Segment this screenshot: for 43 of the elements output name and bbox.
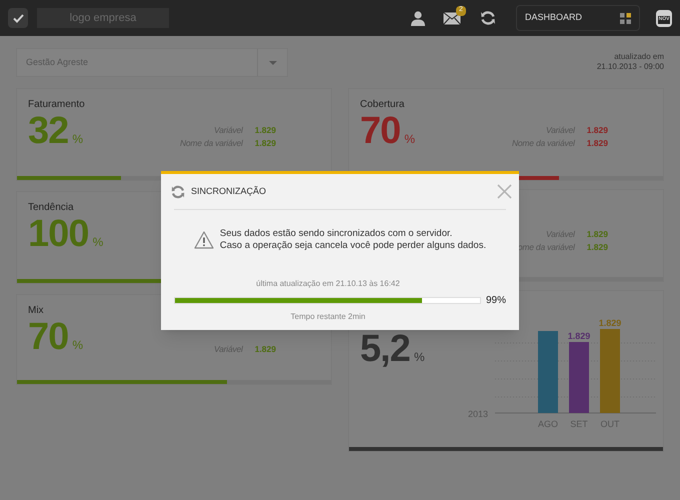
- variable-value: 1.829: [254, 343, 276, 356]
- warning-icon: [194, 231, 214, 249]
- kpi-unit: %: [404, 131, 416, 148]
- sync-icon: [171, 184, 185, 198]
- view-label: DASHBOARD: [525, 11, 582, 24]
- user-icon[interactable]: [410, 10, 426, 26]
- kpi-unit: %: [414, 349, 425, 366]
- checkbox[interactable]: [8, 8, 28, 28]
- dialog-message: Caso a operação seja cancela você pode perder alguns dados.: [220, 240, 486, 252]
- update-timestamp: atualizado em: [614, 52, 664, 62]
- bar-value-label: 1.829: [567, 331, 590, 341]
- kpi-unit: %: [72, 131, 84, 148]
- remaining-time: Tempo restante 2min: [290, 311, 366, 323]
- variable-value: 1.829: [586, 124, 608, 137]
- refresh-icon[interactable]: [480, 10, 496, 26]
- kpi-value: 70: [28, 318, 68, 356]
- kpi-value: 100: [28, 215, 89, 253]
- close-icon: [496, 184, 512, 199]
- variable-value: 1.829: [586, 228, 608, 241]
- card-title: Tendência: [28, 201, 74, 215]
- check-icon: [12, 14, 24, 22]
- card-title: Mix: [28, 304, 44, 318]
- variable-value: 1.829: [254, 124, 276, 137]
- mail-icon[interactable]: [443, 12, 461, 24]
- grid-icon: [620, 12, 631, 24]
- dialog-title: SINCRONIZAÇÃO: [191, 184, 268, 198]
- variable-value: 1.829: [586, 137, 608, 150]
- bar-value-label: 1.829: [598, 318, 621, 328]
- card-title: Faturamento: [28, 98, 85, 112]
- variable-value: 1.829: [254, 137, 276, 150]
- kpi-value: 5,2: [360, 330, 410, 368]
- kpi-unit: %: [72, 337, 84, 354]
- kpi-value: 70: [360, 112, 400, 150]
- kpi-value: 32: [28, 112, 68, 150]
- variable-value: 1.829: [586, 241, 608, 254]
- last-update-text: última atualização em 21.10.13 às 16:42: [255, 278, 401, 290]
- progress-percent: 99%: [486, 294, 506, 308]
- update-timestamp: 21.10.2013 - 09:00: [596, 62, 664, 72]
- view-selector[interactable]: DASHBOARD: [516, 5, 640, 31]
- card-title: Cobertura: [360, 98, 404, 112]
- dialog-message: Seus dados estão sendo sincronizados com o servidor.: [220, 228, 454, 240]
- caret-icon: [268, 60, 276, 64]
- kpi-unit: %: [92, 234, 104, 251]
